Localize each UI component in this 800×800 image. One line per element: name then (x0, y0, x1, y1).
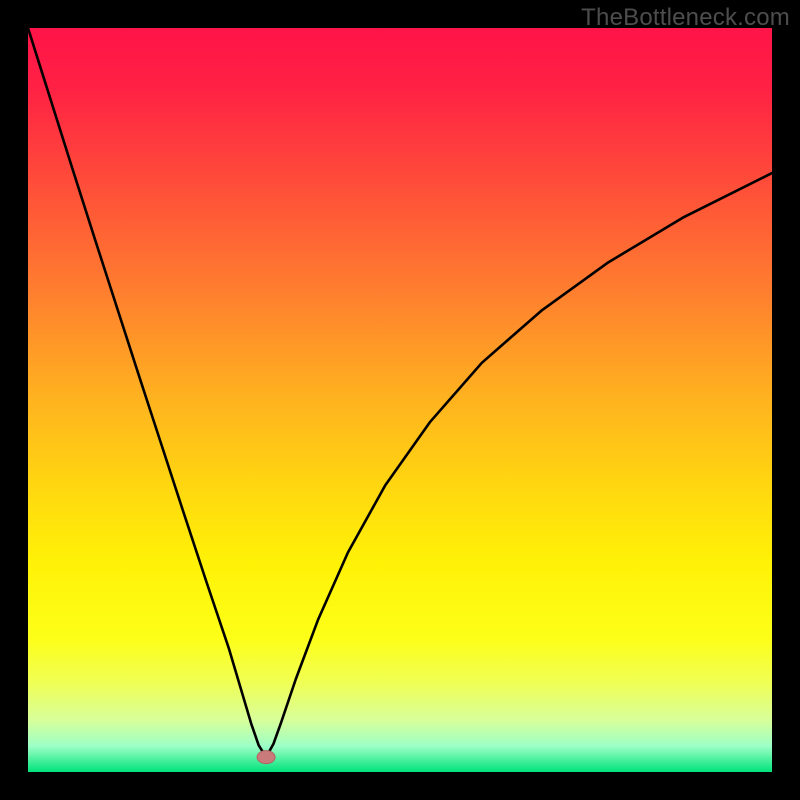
minimum-marker (257, 751, 275, 764)
watermark-text: TheBottleneck.com (581, 4, 790, 32)
chart-svg (28, 28, 772, 772)
plot-area (28, 28, 772, 772)
gradient-background (28, 28, 772, 772)
chart-frame: TheBottleneck.com (0, 0, 800, 800)
